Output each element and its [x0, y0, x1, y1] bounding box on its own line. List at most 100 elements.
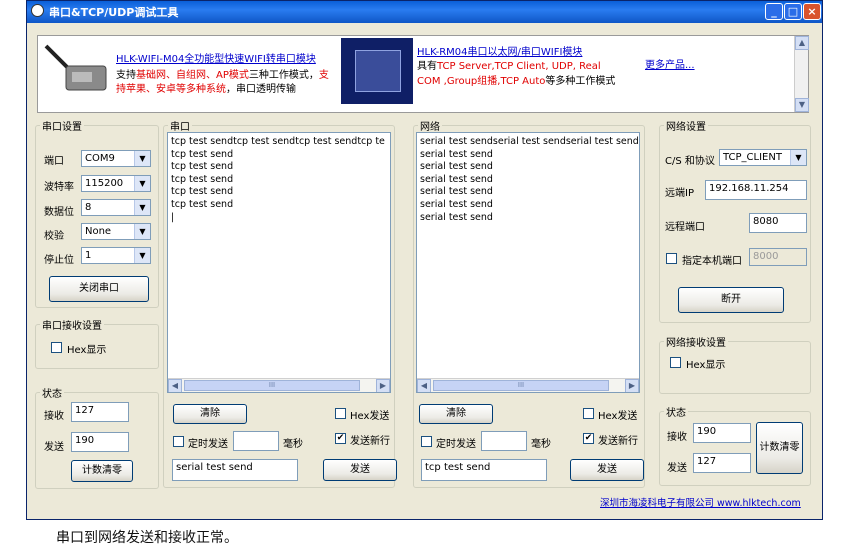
remote-ip-label: 远端IP: [665, 188, 694, 199]
wifi-module-image: [44, 44, 107, 91]
ad-product2-link[interactable]: HLK-RM04串口以太网/串口WIFI模块: [417, 43, 582, 58]
ad-product1-desc2: 持苹果、安卓等多种系统，串口透明传输: [116, 84, 296, 95]
app-window: 串口&TCP/UDP调试工具 _ □ × HLK-WIFI-M04全功能型快速W…: [26, 0, 823, 520]
scroll-left-icon[interactable]: ◀: [168, 379, 182, 392]
chevron-down-icon[interactable]: ▼: [790, 150, 806, 165]
net-clear-button[interactable]: 清除: [419, 404, 493, 424]
remote-port-input[interactable]: 8080: [749, 213, 807, 233]
serial-hex-send-checkbox[interactable]: [335, 408, 346, 419]
databits-label: 数据位: [44, 207, 74, 218]
net-status-legend: 状态: [666, 408, 686, 419]
parity-select[interactable]: None ▼: [81, 223, 151, 240]
serial-send-button[interactable]: 发送: [323, 459, 397, 481]
ad-scrollbar[interactable]: ▲ ▼: [794, 36, 809, 112]
scroll-left-icon[interactable]: ◀: [417, 379, 431, 392]
serial-settings-legend: 串口设置: [42, 122, 82, 133]
serial-send-newline-checkbox[interactable]: ✔: [335, 433, 346, 444]
disconnect-button[interactable]: 断开: [678, 287, 784, 313]
ethernet-module-image: [341, 38, 413, 104]
scroll-right-icon[interactable]: ▶: [625, 379, 639, 392]
net-send-newline-checkbox[interactable]: ✔: [583, 433, 594, 444]
baud-select[interactable]: 115200 ▼: [81, 175, 151, 192]
net-recv-legend: 网络接收设置: [666, 338, 726, 349]
net-timer-send-label: 定时发送: [436, 439, 476, 450]
net-send-count-label: 发送: [667, 463, 687, 474]
local-port-checkbox[interactable]: [666, 253, 677, 264]
net-hex-send-label: Hex发送: [598, 411, 638, 422]
chevron-down-icon[interactable]: ▼: [134, 151, 150, 166]
protocol-label: C/S 和协议: [665, 156, 715, 167]
net-clear-count-button[interactable]: 计数清零: [756, 422, 803, 474]
serial-line: tcp test send: [171, 198, 234, 210]
chevron-down-icon[interactable]: ▼: [134, 200, 150, 215]
net-timer-input[interactable]: [481, 431, 527, 451]
stopbits-select[interactable]: 1 ▼: [81, 247, 151, 264]
protocol-select[interactable]: TCP_CLIENT ▼: [719, 149, 807, 166]
net-recv-group: 网络接收设置: [659, 334, 811, 394]
serial-hex-display-checkbox[interactable]: [51, 342, 62, 353]
serial-recv-count-label: 接收: [44, 411, 64, 422]
company-link[interactable]: 深圳市海凌科电子有限公司 www.hlktech.com: [600, 495, 801, 509]
remote-ip-input[interactable]: 192.168.11.254: [705, 180, 807, 200]
net-pane-legend: 网络: [420, 122, 440, 133]
caption-text: 串口到网络发送和接收正常。: [56, 530, 238, 546]
title-bar[interactable]: 串口&TCP/UDP调试工具 _ □ ×: [27, 1, 822, 23]
net-send-newline-label: 发送新行: [598, 436, 638, 447]
serial-send-newline-label: 发送新行: [350, 436, 390, 447]
local-port-input[interactable]: 8000: [749, 248, 807, 266]
serial-line: tcp test send: [171, 173, 234, 185]
scroll-down-icon[interactable]: ▼: [795, 98, 809, 112]
scroll-up-icon[interactable]: ▲: [795, 36, 809, 50]
scroll-thumb[interactable]: III: [433, 380, 609, 391]
scroll-thumb[interactable]: III: [184, 380, 360, 391]
serial-hscrollbar[interactable]: ◀ III ▶: [168, 378, 390, 392]
scroll-right-icon[interactable]: ▶: [376, 379, 390, 392]
serial-send-count-label: 发送: [44, 442, 64, 453]
serial-timer-send-checkbox[interactable]: [173, 436, 184, 447]
port-label: 端口: [44, 156, 64, 167]
serial-receive-area[interactable]: tcp test sendtcp test sendtcp test sendt…: [167, 132, 391, 393]
net-settings-legend: 网络设置: [666, 122, 706, 133]
app-icon: [31, 4, 44, 17]
close-port-button[interactable]: 关闭串口: [49, 276, 149, 302]
net-hex-send-checkbox[interactable]: [583, 408, 594, 419]
databits-select[interactable]: 8 ▼: [81, 199, 151, 216]
serial-line: tcp test sendtcp test sendtcp test sendt…: [171, 136, 385, 147]
net-receive-area[interactable]: serial test sendserial test sendserial t…: [416, 132, 640, 393]
window-title: 串口&TCP/UDP调试工具: [49, 6, 179, 19]
serial-timer-input[interactable]: [233, 431, 279, 451]
serial-clear-button[interactable]: 清除: [173, 404, 247, 424]
ad-product2-desc: 具有TCP Server,TCP Client, UDP, Real: [417, 61, 601, 72]
net-send-input[interactable]: tcp test send: [421, 459, 547, 481]
maximize-button[interactable]: □: [784, 3, 802, 20]
minimize-button[interactable]: _: [765, 3, 783, 20]
serial-recv-count: 127: [71, 402, 129, 422]
ad-banner: HLK-WIFI-M04全功能型快速WIFI转串口模块 支持基础网、自组网、AP…: [37, 35, 809, 113]
serial-ms-label: 毫秒: [283, 439, 303, 450]
more-products-link[interactable]: 更多产品...: [645, 56, 695, 71]
port-select[interactable]: COM9 ▼: [81, 150, 151, 167]
net-send-count: 127: [693, 453, 751, 473]
net-line: serial test send: [420, 161, 493, 173]
net-line: serial test send: [420, 148, 493, 160]
net-hscrollbar[interactable]: ◀ III ▶: [417, 378, 639, 392]
chevron-down-icon[interactable]: ▼: [134, 248, 150, 263]
net-send-button[interactable]: 发送: [570, 459, 644, 481]
remote-port-label: 远程端口: [665, 222, 705, 233]
chevron-down-icon[interactable]: ▼: [134, 224, 150, 239]
ad-product1-link[interactable]: HLK-WIFI-M04全功能型快速WIFI转串口模块: [116, 50, 316, 65]
net-recv-count: 190: [693, 423, 751, 443]
net-hex-display-checkbox[interactable]: [670, 357, 681, 368]
chevron-down-icon[interactable]: ▼: [134, 176, 150, 191]
serial-hex-send-label: Hex发送: [350, 411, 390, 422]
net-timer-send-checkbox[interactable]: [421, 436, 432, 447]
net-line: serial test sendserial test sendserial t…: [420, 136, 639, 147]
serial-send-input[interactable]: serial test send: [172, 459, 298, 481]
net-line: serial test send: [420, 211, 493, 223]
close-button[interactable]: ×: [803, 3, 821, 20]
net-line: serial test send: [420, 198, 493, 210]
serial-pane-legend: 串口: [170, 122, 190, 133]
serial-clear-count-button[interactable]: 计数清零: [71, 460, 133, 482]
baud-label: 波特率: [44, 182, 74, 193]
local-port-label: 指定本机端口: [682, 256, 742, 267]
